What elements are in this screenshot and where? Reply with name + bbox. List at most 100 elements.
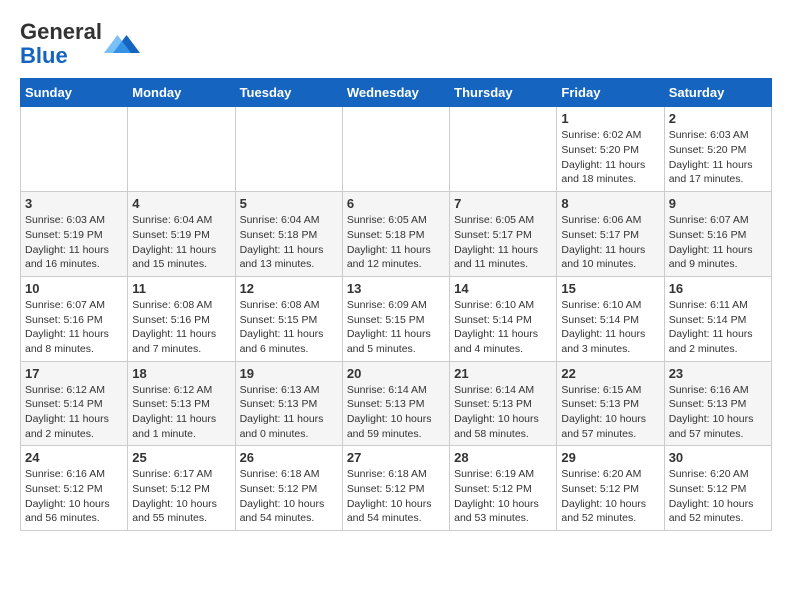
calendar-day-cell — [450, 107, 557, 192]
calendar-day-cell: 21 Sunrise: 6:14 AM Sunset: 5:13 PM Dayli… — [450, 361, 557, 446]
day-number: 19 — [240, 366, 338, 381]
calendar-day-header: Sunday — [21, 79, 128, 107]
calendar-day-cell: 24 Sunrise: 6:16 AM Sunset: 5:12 PM Dayli… — [21, 446, 128, 531]
day-info: Sunrise: 6:04 AM Sunset: 5:18 PM Dayligh… — [240, 213, 338, 272]
calendar-day-cell: 10 Sunrise: 6:07 AM Sunset: 5:16 PM Dayli… — [21, 276, 128, 361]
calendar-day-header: Saturday — [664, 79, 771, 107]
day-number: 25 — [132, 450, 230, 465]
day-number: 15 — [561, 281, 659, 296]
calendar-week-row: 3 Sunrise: 6:03 AM Sunset: 5:19 PM Daylig… — [21, 192, 772, 277]
calendar-day-cell: 2 Sunrise: 6:03 AM Sunset: 5:20 PM Daylig… — [664, 107, 771, 192]
day-info: Sunrise: 6:16 AM Sunset: 5:13 PM Dayligh… — [669, 383, 767, 442]
day-info: Sunrise: 6:10 AM Sunset: 5:14 PM Dayligh… — [561, 298, 659, 357]
day-info: Sunrise: 6:09 AM Sunset: 5:15 PM Dayligh… — [347, 298, 445, 357]
calendar-day-cell: 23Sunrise: 6:16 AM Sunset: 5:13 PM Dayli… — [664, 361, 771, 446]
day-number: 9 — [669, 196, 767, 211]
day-number: 17 — [25, 366, 123, 381]
calendar-day-cell: 18 Sunrise: 6:12 AM Sunset: 5:13 PM Dayli… — [128, 361, 235, 446]
calendar-day-header: Friday — [557, 79, 664, 107]
day-number: 2 — [669, 111, 767, 126]
calendar-day-cell: 22 Sunrise: 6:15 AM Sunset: 5:13 PM Dayli… — [557, 361, 664, 446]
calendar-day-cell: 9 Sunrise: 6:07 AM Sunset: 5:16 PM Daylig… — [664, 192, 771, 277]
logo-icon — [104, 30, 140, 58]
day-number: 8 — [561, 196, 659, 211]
day-number: 5 — [240, 196, 338, 211]
calendar-day-cell — [342, 107, 449, 192]
day-info: Sunrise: 6:05 AM Sunset: 5:17 PM Dayligh… — [454, 213, 552, 272]
day-info: Sunrise: 6:12 AM Sunset: 5:13 PM Dayligh… — [132, 383, 230, 442]
calendar-day-cell: 5 Sunrise: 6:04 AM Sunset: 5:18 PM Daylig… — [235, 192, 342, 277]
day-number: 7 — [454, 196, 552, 211]
calendar-day-cell: 27 Sunrise: 6:18 AM Sunset: 5:12 PM Dayli… — [342, 446, 449, 531]
day-info: Sunrise: 6:15 AM Sunset: 5:13 PM Dayligh… — [561, 383, 659, 442]
day-number: 13 — [347, 281, 445, 296]
logo: General Blue — [20, 20, 140, 68]
day-info: Sunrise: 6:12 AM Sunset: 5:14 PM Dayligh… — [25, 383, 123, 442]
day-info: Sunrise: 6:14 AM Sunset: 5:13 PM Dayligh… — [347, 383, 445, 442]
day-info: Sunrise: 6:16 AM Sunset: 5:12 PM Dayligh… — [25, 467, 123, 526]
logo-text: General Blue — [20, 20, 102, 68]
day-info: Sunrise: 6:14 AM Sunset: 5:13 PM Dayligh… — [454, 383, 552, 442]
day-info: Sunrise: 6:11 AM Sunset: 5:14 PM Dayligh… — [669, 298, 767, 357]
calendar-day-cell: 12 Sunrise: 6:08 AM Sunset: 5:15 PM Dayli… — [235, 276, 342, 361]
day-info: Sunrise: 6:19 AM Sunset: 5:12 PM Dayligh… — [454, 467, 552, 526]
calendar-week-row: 24 Sunrise: 6:16 AM Sunset: 5:12 PM Dayli… — [21, 446, 772, 531]
day-number: 1 — [561, 111, 659, 126]
day-number: 11 — [132, 281, 230, 296]
calendar-day-cell: 28 Sunrise: 6:19 AM Sunset: 5:12 PM Dayli… — [450, 446, 557, 531]
day-info: Sunrise: 6:03 AM Sunset: 5:19 PM Dayligh… — [25, 213, 123, 272]
day-number: 10 — [25, 281, 123, 296]
day-number: 14 — [454, 281, 552, 296]
calendar-day-cell: 16 Sunrise: 6:11 AM Sunset: 5:14 PM Dayli… — [664, 276, 771, 361]
calendar-day-cell: 20 Sunrise: 6:14 AM Sunset: 5:13 PM Dayli… — [342, 361, 449, 446]
day-info: Sunrise: 6:03 AM Sunset: 5:20 PM Dayligh… — [669, 128, 767, 187]
day-number: 22 — [561, 366, 659, 381]
day-number: 30 — [669, 450, 767, 465]
day-info: Sunrise: 6:17 AM Sunset: 5:12 PM Dayligh… — [132, 467, 230, 526]
day-info: Sunrise: 6:02 AM Sunset: 5:20 PM Dayligh… — [561, 128, 659, 187]
calendar-day-cell: 26Sunrise: 6:18 AM Sunset: 5:12 PM Dayli… — [235, 446, 342, 531]
calendar-day-header: Wednesday — [342, 79, 449, 107]
day-number: 28 — [454, 450, 552, 465]
day-info: Sunrise: 6:18 AM Sunset: 5:12 PM Dayligh… — [347, 467, 445, 526]
calendar-day-header: Thursday — [450, 79, 557, 107]
day-number: 21 — [454, 366, 552, 381]
calendar-day-cell: 13 Sunrise: 6:09 AM Sunset: 5:15 PM Dayli… — [342, 276, 449, 361]
calendar-day-cell: 7 Sunrise: 6:05 AM Sunset: 5:17 PM Daylig… — [450, 192, 557, 277]
calendar-day-cell: 1 Sunrise: 6:02 AM Sunset: 5:20 PM Daylig… — [557, 107, 664, 192]
day-number: 4 — [132, 196, 230, 211]
calendar-day-cell: 6Sunrise: 6:05 AM Sunset: 5:18 PM Daylig… — [342, 192, 449, 277]
day-info: Sunrise: 6:18 AM Sunset: 5:12 PM Dayligh… — [240, 467, 338, 526]
day-number: 12 — [240, 281, 338, 296]
calendar-week-row: 1 Sunrise: 6:02 AM Sunset: 5:20 PM Daylig… — [21, 107, 772, 192]
day-number: 6 — [347, 196, 445, 211]
calendar-day-cell — [21, 107, 128, 192]
day-number: 20 — [347, 366, 445, 381]
calendar-table: SundayMondayTuesdayWednesdayThursdayFrid… — [20, 78, 772, 531]
calendar-day-cell: 14Sunrise: 6:10 AM Sunset: 5:14 PM Dayli… — [450, 276, 557, 361]
calendar-day-cell: 17 Sunrise: 6:12 AM Sunset: 5:14 PM Dayli… — [21, 361, 128, 446]
calendar-day-cell: 11Sunrise: 6:08 AM Sunset: 5:16 PM Dayli… — [128, 276, 235, 361]
calendar-day-header: Tuesday — [235, 79, 342, 107]
day-info: Sunrise: 6:07 AM Sunset: 5:16 PM Dayligh… — [669, 213, 767, 272]
calendar-day-cell — [128, 107, 235, 192]
calendar-header-row: SundayMondayTuesdayWednesdayThursdayFrid… — [21, 79, 772, 107]
calendar-day-cell: 15 Sunrise: 6:10 AM Sunset: 5:14 PM Dayli… — [557, 276, 664, 361]
day-info: Sunrise: 6:08 AM Sunset: 5:15 PM Dayligh… — [240, 298, 338, 357]
calendar-day-cell: 8 Sunrise: 6:06 AM Sunset: 5:17 PM Daylig… — [557, 192, 664, 277]
calendar-day-cell: 19 Sunrise: 6:13 AM Sunset: 5:13 PM Dayli… — [235, 361, 342, 446]
day-info: Sunrise: 6:13 AM Sunset: 5:13 PM Dayligh… — [240, 383, 338, 442]
calendar-day-cell: 30Sunrise: 6:20 AM Sunset: 5:12 PM Dayli… — [664, 446, 771, 531]
calendar-day-header: Monday — [128, 79, 235, 107]
day-number: 3 — [25, 196, 123, 211]
day-number: 18 — [132, 366, 230, 381]
day-info: Sunrise: 6:06 AM Sunset: 5:17 PM Dayligh… — [561, 213, 659, 272]
day-info: Sunrise: 6:20 AM Sunset: 5:12 PM Dayligh… — [561, 467, 659, 526]
calendar-week-row: 17 Sunrise: 6:12 AM Sunset: 5:14 PM Dayli… — [21, 361, 772, 446]
day-number: 16 — [669, 281, 767, 296]
day-number: 24 — [25, 450, 123, 465]
day-number: 27 — [347, 450, 445, 465]
calendar-week-row: 10 Sunrise: 6:07 AM Sunset: 5:16 PM Dayli… — [21, 276, 772, 361]
day-info: Sunrise: 6:04 AM Sunset: 5:19 PM Dayligh… — [132, 213, 230, 272]
day-info: Sunrise: 6:07 AM Sunset: 5:16 PM Dayligh… — [25, 298, 123, 357]
